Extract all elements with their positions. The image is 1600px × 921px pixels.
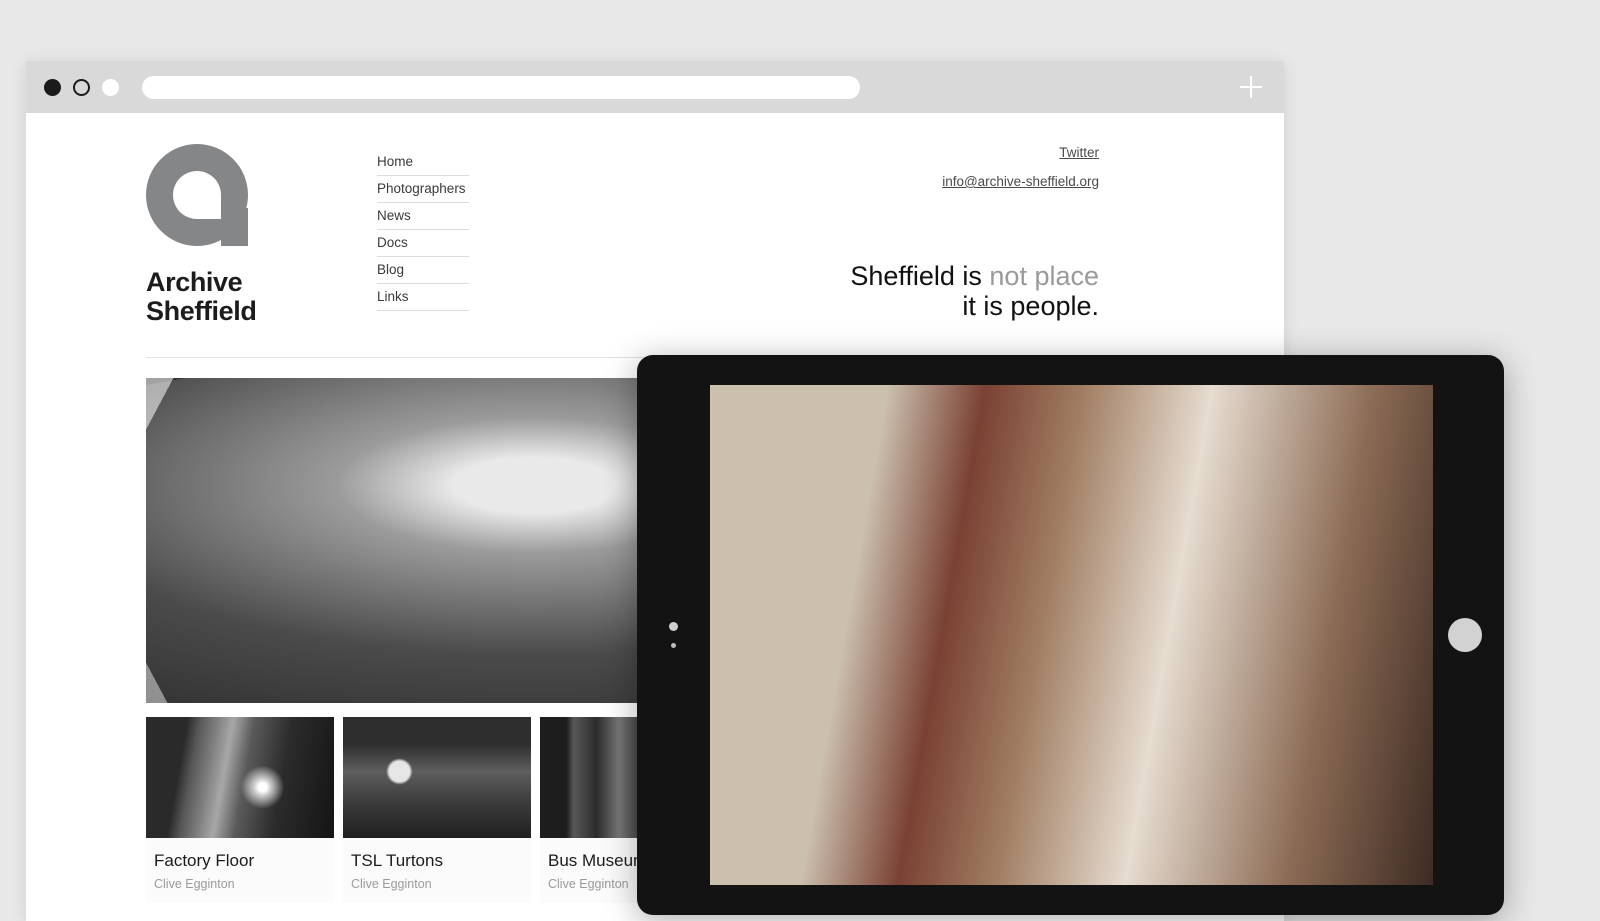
- twitter-link[interactable]: Twitter: [942, 145, 1099, 160]
- nav-item-links[interactable]: Links: [377, 284, 469, 311]
- site-brand[interactable]: Archive Sheffield: [146, 144, 351, 326]
- brand-line-2: Sheffield: [146, 296, 257, 326]
- new-tab-plus-icon[interactable]: [1236, 72, 1266, 102]
- thumbnail-card[interactable]: Factory Floor Clive Egginton: [146, 717, 334, 903]
- thumbnail-author: Clive Egginton: [154, 877, 235, 891]
- thumbnail-image: [146, 717, 334, 838]
- archive-sheffield-logo-icon: [146, 144, 248, 246]
- site-header: Archive Sheffield Home Photographers New…: [26, 113, 1284, 326]
- thumbnail-image: [343, 717, 531, 838]
- thumbnail-author: Clive Egginton: [351, 877, 432, 891]
- thumbnail-title: TSL Turtons: [351, 851, 443, 870]
- nav-item-news[interactable]: News: [377, 203, 469, 230]
- nav-item-photographers[interactable]: Photographers: [377, 176, 469, 203]
- browser-chrome: [26, 61, 1284, 113]
- site-tagline: Sheffield is not place it is people.: [850, 261, 1099, 321]
- contact-links: Twitter info@archive-sheffield.org: [942, 145, 1099, 203]
- nav-item-home[interactable]: Home: [377, 149, 469, 176]
- tagline-part-1: Sheffield is: [850, 261, 990, 291]
- minimize-dot-icon[interactable]: [73, 78, 90, 96]
- tablet-home-button[interactable]: [1448, 618, 1482, 652]
- brand-name: Archive Sheffield: [146, 268, 351, 326]
- tablet-screen: Archive Sheffield Home Photographers New…: [710, 385, 1433, 885]
- tagline-part-2: it is people.: [962, 291, 1099, 321]
- zoom-dot-icon[interactable]: [102, 78, 119, 96]
- screenshot-stage: Archive Sheffield Home Photographers New…: [0, 0, 1600, 921]
- window-controls: [44, 78, 119, 96]
- thumbnail-title: Factory Floor: [154, 851, 255, 870]
- brand-line-1: Archive: [146, 267, 243, 297]
- tagline-muted: not place: [989, 261, 1099, 291]
- tablet-camera-icon: [669, 622, 678, 648]
- thumbnail-card[interactable]: TSL Turtons Clive Egginton: [343, 717, 531, 903]
- tablet-device: Archive Sheffield Home Photographers New…: [637, 355, 1504, 915]
- nav-item-blog[interactable]: Blog: [377, 257, 469, 284]
- email-link[interactable]: info@archive-sheffield.org: [942, 174, 1099, 189]
- close-dot-icon[interactable]: [44, 78, 61, 96]
- primary-nav: Home Photographers News Docs Blog Links: [377, 149, 469, 326]
- nav-item-docs[interactable]: Docs: [377, 230, 469, 257]
- address-bar-input[interactable]: [142, 75, 860, 99]
